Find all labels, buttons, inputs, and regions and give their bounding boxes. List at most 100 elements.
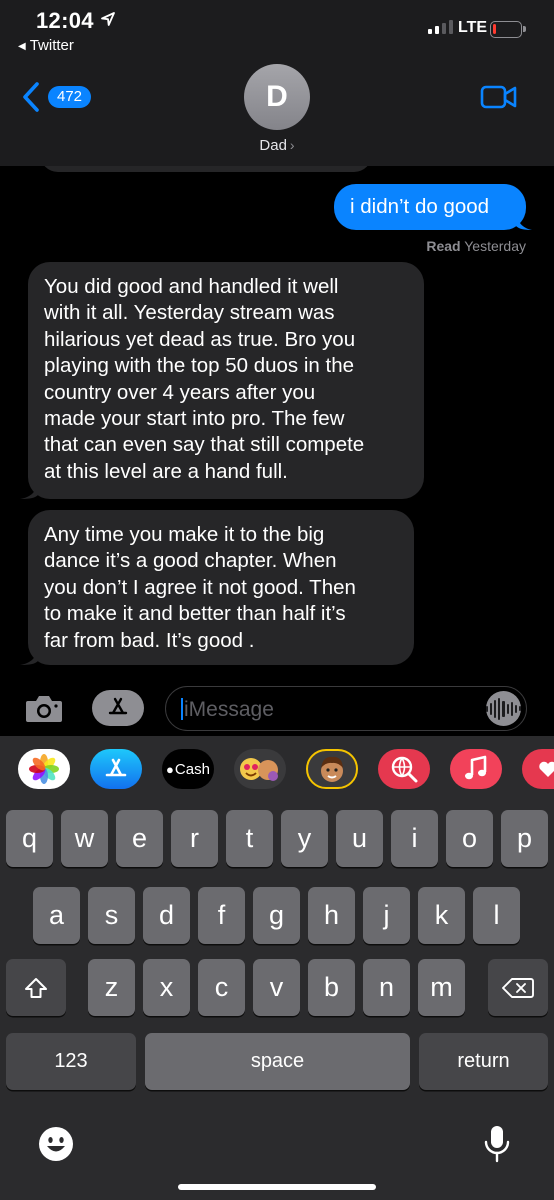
message-line: Any time you make it to the big [44, 523, 325, 546]
network-type: LTE [458, 19, 488, 36]
conversation-header: 12:04 ◀ Twitter LTE 472 D Dad › [0, 0, 554, 166]
microphone-icon[interactable] [483, 1124, 511, 1164]
key-j[interactable]: j [363, 887, 410, 944]
key-m[interactable]: m [418, 959, 465, 1016]
key-e[interactable]: e [116, 810, 163, 867]
apple-cash-app-icon[interactable]: ● Cash [162, 749, 214, 789]
app-store-icon [108, 697, 128, 715]
bubble-tail [516, 214, 532, 230]
contact-name-button[interactable]: Dad › [0, 137, 554, 154]
home-indicator[interactable] [178, 1184, 376, 1190]
imessage-app-drawer: ● Cash [0, 736, 554, 804]
memoji-app-icon[interactable] [306, 749, 358, 789]
bubble-tail [20, 483, 38, 499]
back-triangle-icon: ◀ [18, 41, 26, 52]
memoji-stickers-app-icon[interactable] [234, 749, 286, 789]
memoji-face-icon [321, 756, 343, 782]
key-k[interactable]: k [418, 887, 465, 944]
video-camera-icon[interactable] [480, 84, 518, 110]
app-store-button[interactable] [92, 690, 144, 726]
key-u[interactable]: u [336, 810, 383, 867]
key-n[interactable]: n [363, 959, 410, 1016]
key-z[interactable]: z [88, 959, 135, 1016]
outgoing-message-text: i didn’t do good [350, 195, 490, 218]
key-s[interactable]: s [88, 887, 135, 944]
emoji-icon[interactable] [38, 1126, 74, 1162]
bubble-tail [20, 649, 38, 665]
unread-count-badge: 472 [48, 86, 92, 108]
key-i[interactable]: i [391, 810, 438, 867]
keyboard: q w e r t y u i o p a s d f g h j k l z … [0, 804, 554, 1200]
back-app-label: Twitter [29, 37, 74, 54]
message-line: hilarious yet dead as true. Bro you [44, 327, 356, 351]
message-line: playing with the top 50 duos in the [44, 354, 354, 378]
battery-icon [490, 21, 526, 38]
text-cursor [181, 698, 183, 720]
cash-label: Cash [174, 760, 210, 778]
space-key[interactable]: space [145, 1033, 410, 1090]
key-v[interactable]: v [253, 959, 300, 1016]
memoji-stickers-icon [240, 758, 278, 781]
message-line: you don’t I agree it not good. Then [44, 575, 356, 599]
app-store-a-icon [105, 758, 127, 777]
message-line: made your start into pro. The few [44, 407, 345, 431]
composer-bar: iMessage [0, 676, 554, 736]
key-t[interactable]: t [226, 810, 273, 867]
message-line: country over 4 years after you [44, 380, 316, 404]
read-label: Read [426, 238, 461, 254]
message-line: dance it’s a good chapter. When [44, 549, 337, 573]
web-images-app-icon[interactable] [378, 749, 430, 789]
music-app-icon[interactable] [450, 749, 502, 789]
input-placeholder: iMessage [184, 698, 274, 721]
more-apps-icon[interactable] [522, 749, 554, 789]
contact-avatar[interactable]: D [244, 64, 310, 130]
key-b[interactable]: b [308, 959, 355, 1016]
message-line: You did good and handled it well [44, 275, 339, 298]
chevron-right-icon: › [289, 137, 295, 153]
imessage-input[interactable]: iMessage [165, 686, 527, 731]
key-l[interactable]: l [473, 887, 520, 944]
key-a[interactable]: a [33, 887, 80, 944]
key-y[interactable]: y [281, 810, 328, 867]
message-line: that can even say that still compete [44, 433, 365, 457]
key-x[interactable]: x [143, 959, 190, 1016]
location-arrow-icon [101, 12, 115, 26]
photos-flower-icon [29, 754, 59, 784]
message-line: with it all. Yesterday stream was [44, 301, 335, 325]
apple-logo-icon: ● [166, 761, 174, 777]
outgoing-message[interactable]: i didn’t do good [334, 184, 532, 230]
incoming-message[interactable]: Any time you make it to the big dance it… [20, 510, 414, 665]
key-c[interactable]: c [198, 959, 245, 1016]
back-button[interactable]: 472 [20, 80, 92, 114]
previous-message-bubble [40, 166, 372, 172]
read-time: Yesterday [464, 238, 526, 254]
key-f[interactable]: f [198, 887, 245, 944]
key-w[interactable]: w [61, 810, 108, 867]
app-store-app-icon[interactable] [90, 749, 142, 789]
message-line: to make it and better than half it’s [44, 602, 346, 626]
shift-key[interactable] [6, 959, 66, 1016]
camera-icon[interactable] [24, 692, 64, 724]
message-line: far from bad. It’s good . [44, 628, 255, 652]
status-time: 12:04 [36, 8, 94, 33]
numbers-key[interactable]: 123 [6, 1033, 136, 1090]
waveform-icon[interactable] [486, 691, 521, 726]
backspace-icon [502, 977, 534, 998]
delete-key[interactable] [488, 959, 548, 1016]
message-thread[interactable]: i didn’t do good Read Yesterday You did … [0, 166, 554, 676]
key-o[interactable]: o [446, 810, 493, 867]
photos-app-icon[interactable] [18, 749, 70, 789]
incoming-message[interactable]: You did good and handled it well with it… [20, 262, 424, 499]
key-g[interactable]: g [253, 887, 300, 944]
music-note-icon [465, 755, 487, 780]
message-line: at this level are a hand full. [44, 459, 288, 483]
key-h[interactable]: h [308, 887, 355, 944]
key-q[interactable]: q [6, 810, 53, 867]
key-d[interactable]: d [143, 887, 190, 944]
key-r[interactable]: r [171, 810, 218, 867]
shift-arrow-icon [25, 977, 47, 998]
back-to-app-link[interactable]: ◀ Twitter [18, 37, 74, 54]
key-p[interactable]: p [501, 810, 548, 867]
return-key[interactable]: return [419, 1033, 548, 1090]
chevron-left-icon [23, 82, 39, 112]
